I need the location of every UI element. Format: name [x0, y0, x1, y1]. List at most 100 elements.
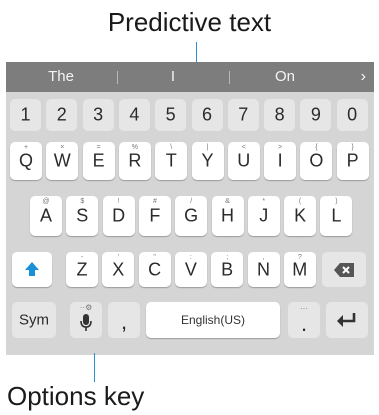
key-6[interactable]: 6	[191, 99, 223, 131]
key-2-label: 2	[56, 104, 67, 125]
key-0-label: 0	[347, 104, 358, 125]
key-l-secondary: )	[335, 198, 338, 205]
key-e[interactable]: = E	[82, 142, 115, 180]
period-key[interactable]: ··· .	[288, 302, 320, 338]
key-g[interactable]: / G	[175, 196, 208, 236]
keyboard: The I On › 1 2 3 4 5 6 7 8 9 0 + Q × W = E% R \ T | Y < U > I{O…	[6, 62, 374, 355]
key-a[interactable]: @ A	[30, 196, 62, 236]
backspace-icon	[334, 263, 354, 277]
key-x-label: X	[112, 259, 125, 279]
suggestion-2[interactable]: I	[118, 62, 228, 92]
key-t[interactable]: \ T	[155, 142, 188, 180]
key-i-label: I	[277, 150, 283, 171]
key-6-label: 6	[201, 104, 212, 125]
key-s[interactable]: $ S	[66, 196, 99, 236]
key-b[interactable]: ; B	[211, 252, 244, 287]
key-f-label: F	[149, 205, 161, 226]
key-y[interactable]: | Y	[191, 142, 224, 180]
key-7-label: 7	[238, 104, 249, 125]
key-r-label: R	[128, 150, 142, 171]
key-u-label: U	[237, 150, 251, 171]
sym-key[interactable]: Sym	[12, 302, 56, 338]
key-c-label: C	[148, 259, 162, 279]
key-k[interactable]: (K	[284, 196, 317, 236]
key-w-label: W	[53, 150, 71, 171]
key-s-secondary: $	[80, 198, 85, 205]
suggestion-1[interactable]: The	[6, 62, 116, 92]
key-h[interactable]: & H	[211, 196, 244, 236]
options-key-callout-line	[94, 353, 95, 382]
key-p[interactable]: } P	[336, 142, 369, 180]
key-r[interactable]: % R	[118, 142, 151, 180]
key-m[interactable]: ? M	[283, 252, 316, 287]
key-q-label: Q	[18, 150, 33, 171]
key-v[interactable]: :V	[174, 252, 207, 287]
key-v-label: V	[184, 259, 197, 279]
key-1-label: 1	[20, 104, 31, 125]
enter-key[interactable]	[326, 302, 368, 338]
shift-key[interactable]	[12, 252, 52, 287]
key-f[interactable]: # F	[138, 196, 171, 236]
key-u[interactable]: < U	[227, 142, 260, 180]
predictive-text-callout: Predictive text	[107, 7, 272, 37]
key-k-label: K	[294, 205, 307, 226]
key-e-label: E	[92, 150, 105, 171]
key-4[interactable]: 4	[118, 99, 150, 131]
key-a-label: A	[39, 205, 52, 226]
key-j[interactable]: * J	[247, 196, 280, 236]
key-g-label: G	[184, 205, 199, 226]
key-z-label: Z	[76, 259, 88, 279]
key-4-label: 4	[129, 104, 140, 125]
sym-key-label: Sym	[19, 311, 49, 329]
predictive-text-callout-line	[196, 42, 197, 63]
key-0[interactable]: 0	[336, 99, 368, 131]
key-w[interactable]: × W	[46, 142, 79, 180]
comma-key[interactable]: ,	[108, 302, 140, 338]
key-t-label: T	[165, 150, 177, 171]
key-3[interactable]: 3	[82, 99, 114, 131]
key-l-label: L	[331, 205, 342, 226]
key-d-secondary: !	[117, 198, 120, 205]
comma-key-label: ,	[120, 308, 128, 334]
key-3-label: 3	[93, 104, 104, 125]
key-n-label: N	[257, 259, 270, 279]
backspace-key[interactable]	[322, 252, 366, 287]
more-suggestions-chevron-icon[interactable]: ›	[361, 62, 366, 92]
key-7[interactable]: 7	[227, 99, 259, 131]
key-y-label: Y	[201, 150, 214, 171]
key-f-secondary: #	[152, 198, 157, 205]
key-i[interactable]: > I	[264, 142, 297, 180]
key-b-label: B	[221, 259, 234, 279]
shift-icon	[25, 262, 39, 276]
key-m-label: M	[292, 259, 308, 279]
microphone-icon	[80, 314, 92, 331]
space-key-label: English(US)	[180, 313, 246, 327]
space-key[interactable]: English(US)	[146, 302, 280, 338]
options-key-dots: ··⚙	[79, 303, 93, 312]
period-key-label: .	[300, 310, 308, 336]
key-p-label: P	[346, 150, 359, 171]
options-key[interactable]: ··⚙	[70, 302, 102, 338]
key-g-secondary: /	[190, 198, 193, 205]
key-9[interactable]: 9	[300, 99, 332, 131]
key-o-label: O	[309, 150, 324, 171]
key-5[interactable]: 5	[155, 99, 187, 131]
predictive-text-bar: The I On ›	[6, 62, 374, 92]
key-c[interactable]: " C	[138, 252, 171, 287]
key-h-label: H	[221, 205, 234, 226]
key-l[interactable]: ) L	[320, 196, 353, 236]
key-z[interactable]: -Z	[66, 252, 98, 287]
key-d[interactable]: ! D	[102, 196, 135, 236]
key-x[interactable]: ' X	[102, 252, 135, 287]
key-8-label: 8	[274, 104, 285, 125]
key-q[interactable]: + Q	[10, 142, 42, 180]
key-o[interactable]: {O	[300, 142, 333, 180]
key-8[interactable]: 8	[264, 99, 296, 131]
key-h-secondary: &	[225, 198, 230, 205]
key-2[interactable]: 2	[46, 99, 78, 131]
suggestion-3[interactable]: On	[230, 62, 340, 92]
key-1[interactable]: 1	[10, 99, 41, 131]
options-key-callout: Options key	[7, 381, 145, 411]
key-j-label: J	[259, 205, 269, 226]
key-n[interactable]: ,N	[247, 252, 280, 287]
